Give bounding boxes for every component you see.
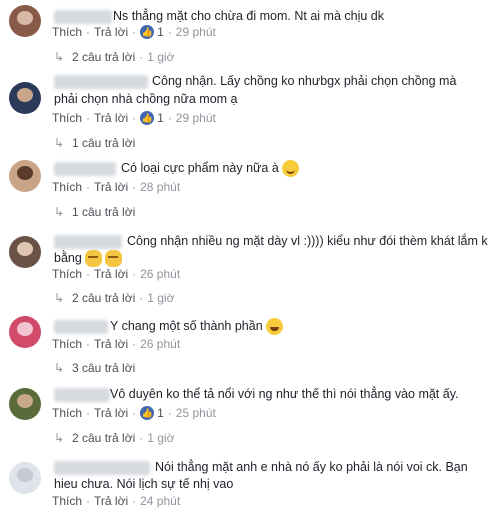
like-count[interactable]: 1 bbox=[157, 111, 164, 125]
replies-time: 1 giờ bbox=[147, 431, 175, 445]
comment-time[interactable]: 29 phút bbox=[176, 111, 216, 125]
reply-link[interactable]: Trả lời bbox=[94, 111, 128, 125]
commenter-name[interactable] bbox=[54, 320, 108, 334]
reply-arrow-icon: ↳ bbox=[54, 291, 65, 305]
like-count[interactable]: 1 bbox=[157, 25, 164, 39]
comment-text: Ns thẳng mặt cho chừa đi mom. Nt ai mà c… bbox=[113, 9, 384, 23]
reply-link[interactable]: Trả lời bbox=[94, 406, 128, 420]
comment-time[interactable]: 26 phút bbox=[140, 267, 180, 281]
comment-text: Nói thẳng mặt anh e nhà nó ấy ko phải là… bbox=[155, 460, 468, 474]
comment-text: Y chang một số thành phần bbox=[110, 317, 283, 336]
commenter-name[interactable] bbox=[54, 10, 112, 24]
like-link[interactable]: Thích bbox=[52, 337, 82, 351]
view-replies-link[interactable]: 2 câu trả lời bbox=[72, 291, 135, 305]
like-count-icon[interactable]: 👍 bbox=[140, 111, 155, 125]
like-link[interactable]: Thích bbox=[52, 111, 82, 125]
avatar[interactable] bbox=[9, 160, 41, 192]
like-link[interactable]: Thích bbox=[52, 267, 82, 281]
view-replies-link[interactable]: 1 câu trả lời bbox=[72, 136, 135, 150]
comment-text-line-2: bằng bbox=[54, 249, 122, 268]
comment-text: Có loại cực phẩm này nữa à bbox=[121, 159, 299, 178]
view-replies-link[interactable]: 1 câu trả lời bbox=[72, 205, 135, 219]
commenter-name[interactable] bbox=[54, 75, 148, 89]
avatar[interactable] bbox=[9, 82, 41, 114]
reply-arrow-icon: ↳ bbox=[54, 361, 65, 375]
commenter-name[interactable] bbox=[54, 162, 116, 176]
reply-link[interactable]: Trả lời bbox=[94, 494, 128, 508]
avatar[interactable] bbox=[9, 462, 41, 494]
view-replies-link[interactable]: 2 câu trả lời bbox=[72, 50, 135, 64]
comment-text-line-2: hieu chưa. Nói lịch sự tế nhị vao bbox=[54, 477, 234, 491]
comment-time[interactable]: 24 phút bbox=[140, 494, 180, 508]
replies-time: 1 giờ bbox=[147, 291, 175, 305]
like-link[interactable]: Thích bbox=[52, 25, 82, 39]
comment-text: Vô duyên ko thể tả nổi với ng như thế th… bbox=[110, 387, 459, 401]
avatar[interactable] bbox=[9, 316, 41, 348]
like-link[interactable]: Thích bbox=[52, 494, 82, 508]
thinking-emoji-icon bbox=[104, 250, 122, 268]
replies-time: 1 giờ bbox=[147, 50, 175, 64]
commenter-name[interactable] bbox=[54, 388, 110, 402]
reply-arrow-icon: ↳ bbox=[54, 205, 65, 219]
reply-arrow-icon: ↳ bbox=[54, 50, 65, 64]
comment-text-line-2: phải chọn nhà chồng nữa mom ạ bbox=[54, 92, 238, 106]
like-count-icon[interactable]: 👍 bbox=[140, 25, 155, 39]
avatar[interactable] bbox=[9, 236, 41, 268]
comment-time[interactable]: 29 phút bbox=[176, 25, 216, 39]
like-count-icon[interactable]: 👍 bbox=[140, 406, 155, 420]
comment-time[interactable]: 26 phút bbox=[140, 337, 180, 351]
like-count[interactable]: 1 bbox=[157, 406, 164, 420]
reply-link[interactable]: Trả lời bbox=[94, 25, 128, 39]
reply-arrow-icon: ↳ bbox=[54, 136, 65, 150]
reply-link[interactable]: Trả lời bbox=[94, 337, 128, 351]
reply-link[interactable]: Trả lời bbox=[94, 267, 128, 281]
laughing-emoji-icon bbox=[265, 318, 283, 336]
smile-emoji-icon bbox=[281, 160, 299, 178]
view-replies-link[interactable]: 3 câu trả lời bbox=[72, 361, 135, 375]
comment-text: Công nhận. Lấy chồng ko nhưbgx phải chọn… bbox=[152, 74, 457, 88]
like-link[interactable]: Thích bbox=[52, 406, 82, 420]
avatar[interactable] bbox=[9, 388, 41, 420]
comment-time[interactable]: 25 phút bbox=[176, 406, 216, 420]
like-link[interactable]: Thích bbox=[52, 180, 82, 194]
comment-text: Công nhận nhiều ng mặt dày vl :)))) kiểu… bbox=[127, 234, 488, 248]
reply-arrow-icon: ↳ bbox=[54, 431, 65, 445]
view-replies-link[interactable]: 2 câu trả lời bbox=[72, 431, 135, 445]
commenter-name[interactable] bbox=[54, 235, 122, 249]
avatar[interactable] bbox=[9, 5, 41, 37]
commenter-name[interactable] bbox=[54, 461, 150, 475]
comment-time[interactable]: 28 phút bbox=[140, 180, 180, 194]
reply-link[interactable]: Trả lời bbox=[94, 180, 128, 194]
thinking-emoji-icon bbox=[84, 250, 102, 268]
